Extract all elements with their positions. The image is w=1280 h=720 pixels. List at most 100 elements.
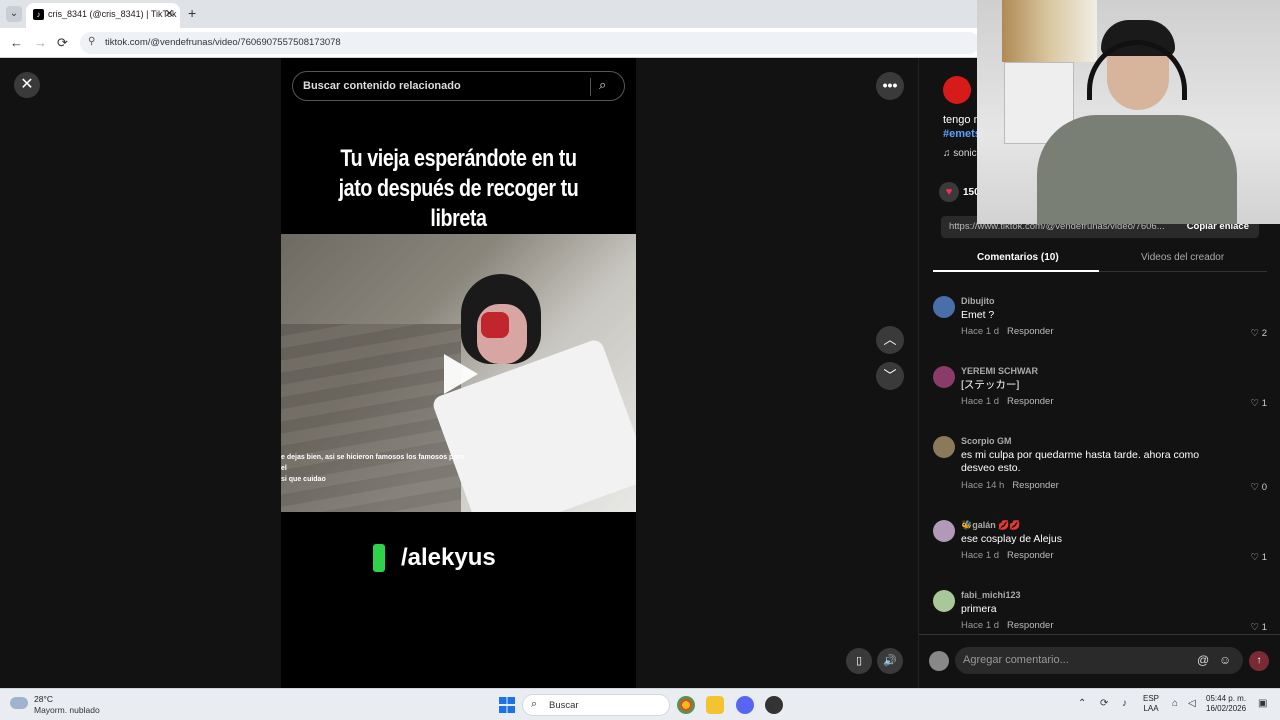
related-search-input[interactable]: Buscar contenido relacionado ⌕ xyxy=(292,71,625,101)
clip-subtitle-line-1: e dejas bien, asi se hicieron famosos lo… xyxy=(281,454,465,472)
credit-text: /alekyus xyxy=(401,544,496,571)
system-clock[interactable]: 05:44 p. m. 16/02/2026 xyxy=(1206,694,1246,714)
comment-like[interactable]: ♡ 2 xyxy=(1251,328,1267,339)
play-icon[interactable] xyxy=(444,354,478,394)
add-comment-input[interactable]: Agregar comentario... @ ☺ xyxy=(955,647,1243,674)
caption-line-1: Tu vieja esperándote en tu xyxy=(340,145,577,172)
comment-user[interactable]: Scorpio GM xyxy=(961,436,1012,446)
comment-user[interactable]: 🐝galán 💋💋 xyxy=(961,520,1021,531)
comment-text: primera xyxy=(961,603,997,615)
comment-user[interactable]: Dibujito xyxy=(961,296,995,306)
comment-time: Hace 1 d xyxy=(961,620,1000,631)
face-paint xyxy=(481,312,509,338)
reply-button[interactable]: Responder xyxy=(1007,396,1053,407)
reply-button[interactable]: Responder xyxy=(1007,326,1053,337)
panel-tabs: Comentarios (10) Videos del creador xyxy=(933,246,1267,272)
comment-time: Hace 14 h xyxy=(961,480,1005,491)
comment-meta: Hace 1 d Responder xyxy=(961,550,1054,561)
more-options-button[interactable]: ••• xyxy=(876,72,904,100)
comment-time: Hace 1 d xyxy=(961,550,1000,561)
reply-button[interactable]: Responder xyxy=(1007,550,1053,561)
previous-video-button[interactable]: ︿ xyxy=(876,326,904,354)
comment-like[interactable]: ♡ 1 xyxy=(1251,552,1267,563)
tab-creator-videos[interactable]: Videos del creador xyxy=(1141,252,1224,263)
avatar xyxy=(929,651,949,671)
app-icon[interactable] xyxy=(765,696,783,714)
comment-user[interactable]: fabi_michi123 xyxy=(961,590,1021,600)
search-divider xyxy=(590,78,591,96)
comment-user[interactable]: YEREMI SCHWAR xyxy=(961,366,1038,376)
back-button[interactable]: ← xyxy=(10,35,23,50)
creator-avatar[interactable] xyxy=(943,76,971,104)
search-icon: ⌕ xyxy=(531,698,538,710)
windows-taskbar: 28°C Mayorm. nublado ⌕ Buscar ⌃ ⟳ ♪ ESP L… xyxy=(0,688,1280,720)
comment-text: ese cosplay de Alejus xyxy=(961,533,1062,545)
search-icon[interactable]: ⌕ xyxy=(599,77,606,93)
avatar[interactable] xyxy=(933,520,955,542)
avatar[interactable] xyxy=(933,590,955,612)
comment-meta: Hace 14 h Responder xyxy=(961,480,1059,491)
tab-list-dropdown[interactable]: ⌄ xyxy=(6,6,22,22)
video-caption: Tu vieja esperándote en tu jato después … xyxy=(313,144,604,234)
wall-poster xyxy=(1002,0,1097,62)
comment-like[interactable]: ♡ 1 xyxy=(1251,622,1267,633)
url-field[interactable]: ⚲ tiktok.com/@vendefrunas/video/76069075… xyxy=(80,32,980,54)
tiktok-favicon-icon: ♪ xyxy=(33,9,44,20)
volume-icon[interactable]: 🔊 xyxy=(877,648,903,674)
comment-like-count: 2 xyxy=(1261,328,1267,339)
avatar[interactable] xyxy=(933,366,955,388)
microphone-icon[interactable]: ♪ xyxy=(1122,698,1127,709)
credit-logo-icon xyxy=(373,544,385,572)
clock-time: 05:44 p. m. xyxy=(1206,694,1247,703)
video-player[interactable]: Buscar contenido relacionado ⌕ Tu vieja … xyxy=(281,58,636,688)
taskbar-search[interactable]: ⌕ Buscar xyxy=(522,694,670,716)
start-button[interactable] xyxy=(499,697,515,713)
mini-player-button[interactable]: ▯ xyxy=(846,648,872,674)
next-video-button[interactable]: ﹀ xyxy=(876,362,904,390)
webcam-overlay xyxy=(977,0,1280,224)
clock-date: 16/02/2026 xyxy=(1206,704,1247,713)
browser-tab[interactable]: ♪ cris_8341 (@cris_8341) | TikTok ✕ xyxy=(26,3,180,28)
active-tab-underline xyxy=(933,270,1099,272)
reply-button[interactable]: Responder xyxy=(1012,480,1058,491)
comment-text: Emet ? xyxy=(961,309,995,321)
file-explorer-icon[interactable] xyxy=(706,696,724,714)
emoji-icon[interactable]: ☺ xyxy=(1219,653,1231,667)
url-text: tiktok.com/@vendefrunas/video/7606907557… xyxy=(105,37,341,48)
tab-close-button[interactable]: ✕ xyxy=(165,7,174,20)
comment-time: Hace 1 d xyxy=(961,396,1000,407)
chrome-icon[interactable] xyxy=(677,696,695,714)
comment-time: Hace 1 d xyxy=(961,326,1000,337)
close-viewer-button[interactable]: ✕ xyxy=(14,72,40,98)
weather-temp: 28°C xyxy=(34,694,53,704)
language-code: ESP xyxy=(1143,694,1160,703)
new-tab-button[interactable]: + xyxy=(188,5,196,21)
wifi-icon[interactable]: ⌂ xyxy=(1172,698,1178,709)
video-hashtags[interactable]: #emets xyxy=(943,128,981,140)
language-indicator[interactable]: ESP LAA xyxy=(1143,694,1159,714)
speaker-icon[interactable]: ◁ xyxy=(1188,698,1196,709)
chevron-up-icon[interactable]: ⌃ xyxy=(1078,698,1086,709)
network-sync-icon[interactable]: ⟳ xyxy=(1100,698,1108,709)
taskbar-search-placeholder: Buscar xyxy=(549,700,579,711)
reply-button[interactable]: Responder xyxy=(1007,620,1053,631)
music-link[interactable]: ♫ sonic xyxy=(943,148,977,159)
avatar[interactable] xyxy=(933,436,955,458)
comment-like[interactable]: ♡ 0 xyxy=(1251,482,1267,493)
comment-like[interactable]: ♡ 1 xyxy=(1251,398,1267,409)
reload-button[interactable]: ⟳ xyxy=(57,35,68,51)
heart-icon[interactable]: ♥ xyxy=(939,182,959,202)
notification-icon[interactable]: ▣ xyxy=(1258,698,1267,709)
send-comment-button[interactable]: ↑ xyxy=(1249,651,1269,671)
avatar[interactable] xyxy=(933,296,955,318)
mention-icon[interactable]: @ xyxy=(1197,653,1209,667)
discord-icon[interactable] xyxy=(736,696,754,714)
clip-subtitle: e dejas bien, asi se hicieron famosos lo… xyxy=(281,452,471,485)
search-placeholder: Buscar contenido relacionado xyxy=(303,80,461,92)
site-info-icon[interactable]: ⚲ xyxy=(88,36,95,47)
tab-title: cris_8341 (@cris_8341) | TikTok xyxy=(48,9,177,19)
like-count[interactable]: ♥ 150 xyxy=(939,182,980,202)
streamer-shirt xyxy=(1037,115,1237,224)
tab-comments[interactable]: Comentarios (10) xyxy=(977,252,1059,263)
forward-button[interactable]: → xyxy=(34,35,47,50)
